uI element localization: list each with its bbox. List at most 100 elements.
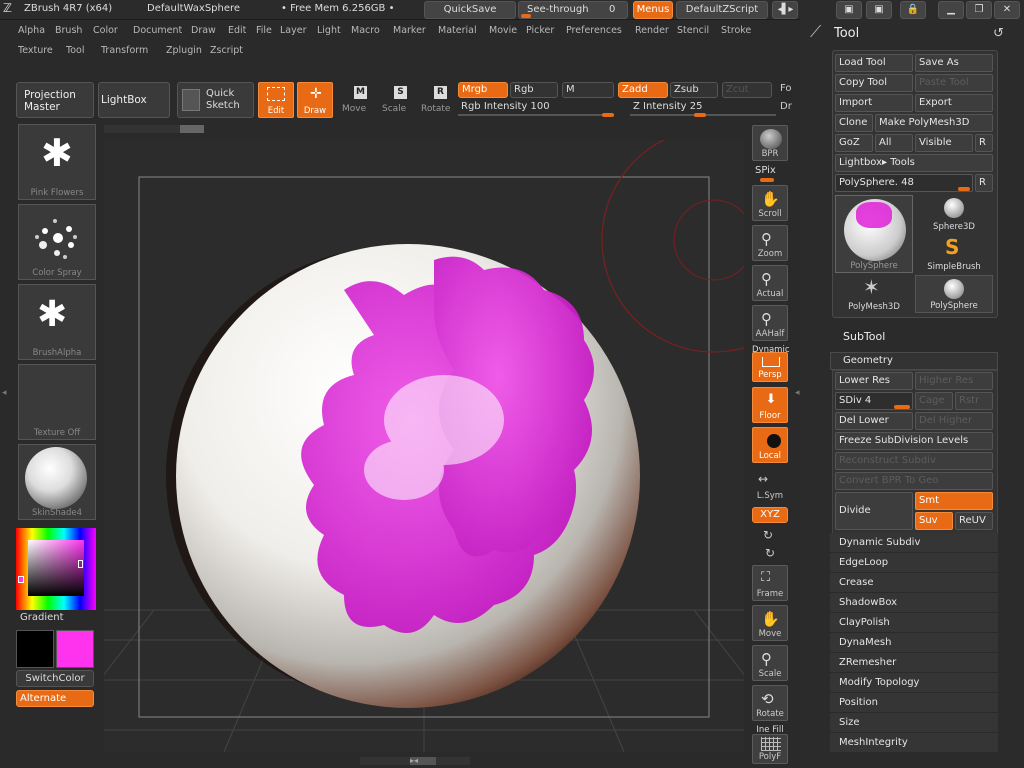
- smt-toggle[interactable]: Smt: [915, 492, 993, 510]
- polymesh3d-thumb[interactable]: ✶ PolyMesh3D: [835, 275, 913, 313]
- copy-tool-button[interactable]: Copy Tool: [835, 74, 913, 92]
- spix-handle[interactable]: [760, 178, 774, 182]
- lower-res-button[interactable]: Lower Res: [835, 372, 913, 390]
- reuv-button[interactable]: ReUV: [955, 512, 993, 530]
- local-button[interactable]: Local: [752, 427, 788, 463]
- sdiv-slider[interactable]: SDiv 4: [835, 392, 913, 410]
- polysphere-slider-handle[interactable]: [958, 187, 970, 191]
- menu-color[interactable]: Color: [93, 25, 118, 36]
- canvas-scrollbar[interactable]: [104, 125, 204, 133]
- import-button[interactable]: Import: [835, 94, 913, 112]
- section-size[interactable]: Size: [830, 713, 998, 733]
- cage-button[interactable]: Cage: [915, 392, 953, 410]
- move-button[interactable]: M Move: [340, 84, 370, 116]
- section-meshintegrity[interactable]: MeshIntegrity: [830, 733, 998, 753]
- main-color-swatch[interactable]: [16, 630, 54, 668]
- layout-icon-1[interactable]: ▣: [836, 1, 862, 19]
- menu-picker[interactable]: Picker: [526, 25, 554, 36]
- geometry-header[interactable]: Geometry: [830, 352, 998, 370]
- section-crease[interactable]: Crease: [830, 573, 998, 593]
- all-button[interactable]: All: [875, 134, 913, 152]
- projection-master-button[interactable]: Projection Master: [16, 82, 94, 118]
- restore-icon[interactable]: ❐: [966, 1, 992, 19]
- section-zremesher[interactable]: ZRemesher: [830, 653, 998, 673]
- rgb-intensity-handle[interactable]: [602, 113, 614, 117]
- menu-zscript[interactable]: Zscript: [210, 45, 243, 56]
- rotate-view-button[interactable]: ⟲ Rotate: [752, 685, 788, 721]
- viewport-3d[interactable]: [104, 140, 744, 752]
- z-intensity-handle[interactable]: [693, 113, 706, 117]
- section-claypolish[interactable]: ClayPolish: [830, 613, 998, 633]
- visible-button[interactable]: Visible: [915, 134, 973, 152]
- rgb-button[interactable]: Rgb: [510, 82, 558, 98]
- bpr-button[interactable]: BPR: [752, 125, 788, 161]
- menu-document[interactable]: Document: [133, 25, 182, 36]
- menu-material[interactable]: Material: [438, 25, 477, 36]
- draw-mode-button[interactable]: ✛ Draw: [297, 82, 333, 118]
- rgb-intensity-slider[interactable]: Rgb Intensity 100: [458, 100, 614, 118]
- active-tool-thumb[interactable]: PolySphere: [835, 195, 913, 273]
- move-view-button[interactable]: ✋ Move: [752, 605, 788, 641]
- divide-button[interactable]: Divide: [835, 492, 913, 530]
- menu-layer[interactable]: Layer: [280, 25, 307, 36]
- scroll-arrows-icon[interactable]: ◂▌▸: [772, 1, 798, 19]
- subtool-header[interactable]: SubTool: [843, 330, 885, 343]
- paste-tool-button[interactable]: Paste Tool: [915, 74, 993, 92]
- menu-draw[interactable]: Draw: [191, 25, 216, 36]
- menu-stencil[interactable]: Stencil: [677, 25, 709, 36]
- del-lower-button[interactable]: Del Lower: [835, 412, 913, 430]
- section-edgeloop[interactable]: EdgeLoop: [830, 553, 998, 573]
- m-button[interactable]: M: [562, 82, 614, 98]
- switch-color-button[interactable]: SwitchColor: [16, 670, 94, 687]
- canvas-scroll-thumb[interactable]: [180, 125, 204, 133]
- convert-bpr-button[interactable]: Convert BPR To Geo: [835, 472, 993, 490]
- bottom-scrollbar[interactable]: ▸◂: [360, 757, 470, 765]
- menus-button[interactable]: Menus: [633, 1, 673, 19]
- clone-button[interactable]: Clone: [835, 114, 873, 132]
- del-higher-button[interactable]: Del Higher: [915, 412, 993, 430]
- simplebrush-thumb[interactable]: S SimpleBrush: [915, 235, 993, 273]
- section-modify-topology[interactable]: Modify Topology: [830, 673, 998, 693]
- menu-stroke[interactable]: Stroke: [721, 25, 751, 36]
- lightbox-button[interactable]: LightBox: [98, 82, 170, 118]
- scale-view-button[interactable]: ⚲ Scale: [752, 645, 788, 681]
- reset-icon[interactable]: ↺: [993, 26, 1004, 41]
- load-tool-button[interactable]: Load Tool: [835, 54, 913, 72]
- menu-file[interactable]: File: [256, 25, 272, 36]
- zsub-button[interactable]: Zsub: [670, 82, 718, 98]
- make-polymesh-button[interactable]: Make PolyMesh3D: [875, 114, 993, 132]
- lightbox-tools-button[interactable]: Lightbox▸ Tools: [835, 154, 993, 172]
- color-picker[interactable]: [16, 528, 96, 610]
- aahalf-button[interactable]: ⚲ AAHalf: [752, 305, 788, 341]
- layout-icon-2[interactable]: ▣: [866, 1, 892, 19]
- see-through-handle[interactable]: [521, 14, 531, 18]
- document-canvas[interactable]: [104, 140, 744, 752]
- quick-sketch-button[interactable]: Quick Sketch: [177, 82, 254, 118]
- brush-alpha-slot[interactable]: ✱ BrushAlpha: [18, 284, 96, 360]
- hue-marker[interactable]: [18, 576, 24, 583]
- color-marker[interactable]: [78, 560, 83, 568]
- section-dynamic-subdiv[interactable]: Dynamic Subdiv: [830, 533, 998, 553]
- higher-res-button[interactable]: Higher Res: [915, 372, 993, 390]
- sdiv-handle[interactable]: [894, 405, 910, 409]
- brush-alpha-1-slot[interactable]: ✱ Pink Flowers: [18, 124, 96, 200]
- section-shadowbox[interactable]: ShadowBox: [830, 593, 998, 613]
- section-dynamesh[interactable]: DynaMesh: [830, 633, 998, 653]
- menu-texture[interactable]: Texture: [18, 45, 53, 56]
- menu-transform[interactable]: Transform: [101, 45, 148, 56]
- material-slot[interactable]: SkinShade4: [18, 444, 96, 520]
- edit-mode-button[interactable]: Edit: [258, 82, 294, 118]
- menu-light[interactable]: Light: [317, 25, 341, 36]
- see-through-slider[interactable]: See-through 0: [518, 1, 628, 19]
- default-zscript-button[interactable]: DefaultZScript: [676, 1, 768, 19]
- suv-toggle[interactable]: Suv: [915, 512, 953, 530]
- rotate-z-icon[interactable]: ↻: [765, 546, 775, 560]
- z-intensity-slider[interactable]: Z Intensity 25: [630, 100, 776, 118]
- mrgb-button[interactable]: Mrgb: [458, 82, 508, 98]
- polysphere-thumb-2[interactable]: PolySphere: [915, 275, 993, 313]
- close-icon[interactable]: ✕: [994, 1, 1020, 19]
- lock-icon[interactable]: 🔒: [900, 1, 926, 19]
- polyf-button[interactable]: PolyF: [752, 734, 788, 764]
- lsym-button[interactable]: ↔ L.Sym: [752, 470, 788, 502]
- menu-zplugin[interactable]: Zplugin: [166, 45, 202, 56]
